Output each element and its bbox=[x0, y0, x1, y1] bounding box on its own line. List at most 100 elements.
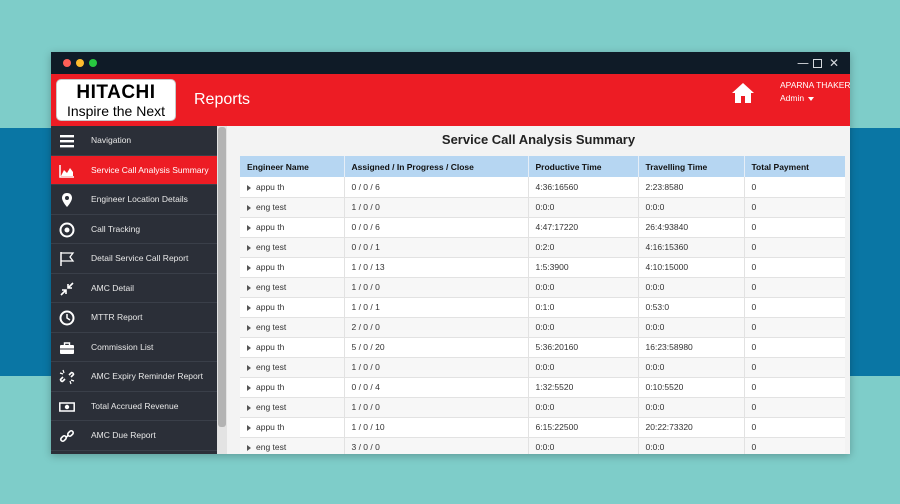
sidebar-item-label: Commission List bbox=[91, 341, 154, 352]
sidebar-item-navigation[interactable]: Navigation bbox=[51, 126, 217, 156]
table-row[interactable]: eng test 1 / 0 / 0 0:0:0 0:0:0 0 bbox=[240, 197, 845, 218]
home-icon[interactable] bbox=[731, 82, 755, 104]
table-row[interactable]: appu th 0 / 0 / 4 1:32:5520 0:10:5520 0 bbox=[240, 377, 845, 398]
money-icon bbox=[59, 401, 75, 412]
minimize-dot[interactable] bbox=[76, 59, 84, 67]
expand-arrow-icon[interactable] bbox=[247, 304, 251, 311]
table-row[interactable]: appu th 1 / 0 / 13 1:5:3900 4:10:15000 0 bbox=[240, 257, 845, 278]
sidebar-item-label: AMC Due Report bbox=[91, 430, 156, 440]
expand-arrow-icon[interactable] bbox=[247, 324, 251, 331]
sidebar-item-amc-detail[interactable]: AMC Detail bbox=[51, 274, 217, 303]
cell-value: 0 / 0 / 4 bbox=[351, 382, 380, 392]
table-cell: 0:0:0 bbox=[638, 357, 745, 378]
expand-arrow-icon[interactable] bbox=[247, 204, 251, 211]
table-cell: 0 bbox=[744, 237, 845, 258]
column-header[interactable]: Productive Time bbox=[528, 156, 639, 177]
expand-arrow-icon[interactable] bbox=[247, 384, 251, 391]
column-header[interactable]: Engineer Name bbox=[240, 156, 345, 177]
table-cell: 0:0:0 bbox=[638, 277, 745, 298]
maximize-dot[interactable] bbox=[89, 59, 97, 67]
table-row[interactable]: eng test 1 / 0 / 0 0:0:0 0:0:0 0 bbox=[240, 397, 845, 418]
engineer-name-cell: eng test bbox=[240, 277, 345, 298]
cell-value: 4:16:15360 bbox=[645, 242, 689, 252]
cell-value: 0:0:0 bbox=[535, 282, 555, 292]
table-row[interactable]: appu th 1 / 0 / 1 0:1:0 0:53:0 0 bbox=[240, 297, 845, 318]
cell-value: 26:4:93840 bbox=[645, 222, 689, 232]
clock-icon bbox=[59, 310, 75, 326]
expand-arrow-icon[interactable] bbox=[247, 184, 251, 191]
engineer-name-cell: appu th bbox=[240, 177, 345, 198]
engineer-name-cell: appu th bbox=[240, 417, 345, 438]
close-dot[interactable] bbox=[63, 59, 71, 67]
sidebar-item-commission-list[interactable]: Commission List bbox=[51, 333, 217, 362]
sidebar-item-mttr-report[interactable]: MTTR Report bbox=[51, 303, 217, 333]
sidebar-item-service-call-analysis-summary[interactable]: Service Call Analysis Summary bbox=[51, 155, 217, 185]
column-header[interactable]: Travelling Time bbox=[638, 156, 745, 177]
table-row[interactable]: appu th 0 / 0 / 6 4:36:16560 2:23:8580 0 bbox=[240, 177, 845, 198]
sidebar-item-call-tracking[interactable]: Call Tracking bbox=[51, 215, 217, 244]
cell-value: 0:10:5520 bbox=[645, 382, 684, 392]
cell-value: 0 bbox=[751, 222, 757, 232]
sidebar-item-engineer-location-details[interactable]: Engineer Location Details bbox=[51, 185, 217, 215]
table-row[interactable]: eng test 1 / 0 / 0 0:0:0 0:0:0 0 bbox=[240, 277, 845, 298]
table-row[interactable]: eng test 3 / 0 / 0 0:0:0 0:0:0 0 bbox=[240, 437, 845, 454]
table-row[interactable]: appu th 5 / 0 / 20 5:36:20160 16:23:58980 0 bbox=[240, 337, 845, 358]
table-cell: 4:16:15360 bbox=[638, 237, 745, 258]
engineer-name-cell: appu th bbox=[240, 377, 345, 398]
column-header[interactable]: Assigned / In Progress / Close bbox=[344, 156, 529, 177]
cell-value: eng test bbox=[256, 282, 287, 292]
table-cell: 4:36:16560 bbox=[528, 177, 639, 198]
cell-value: 1 / 0 / 10 bbox=[351, 422, 385, 432]
table-cell: 0 / 0 / 1 bbox=[344, 237, 529, 258]
expand-arrow-icon[interactable] bbox=[247, 264, 251, 271]
expand-arrow-icon[interactable] bbox=[247, 224, 251, 231]
report-title: Service Call Analysis Summary bbox=[441, 132, 636, 147]
sidebar-item-amc-expiry-reminder-report[interactable]: AMC Expiry Reminder Report bbox=[51, 362, 217, 392]
table-row[interactable]: appu th 1 / 0 / 10 6:15:22500 20:22:73320 0 bbox=[240, 417, 845, 438]
expand-arrow-icon[interactable] bbox=[247, 244, 251, 251]
table-cell: 0:0:0 bbox=[638, 197, 745, 218]
expand-arrow-icon[interactable] bbox=[247, 424, 251, 431]
sidebar-item-detail-service-call-report[interactable]: Detail Service Call Report bbox=[51, 244, 217, 274]
table-row[interactable]: eng test 0 / 0 / 1 0:2:0 4:16:15360 0 bbox=[240, 237, 845, 258]
table-cell: 5:36:20160 bbox=[528, 337, 639, 358]
user-menu[interactable]: Admin bbox=[780, 93, 815, 104]
compress-icon bbox=[60, 281, 74, 296]
cell-value: 0 bbox=[751, 422, 757, 432]
minimize-icon[interactable]: — bbox=[797, 55, 809, 71]
sidebar-scrollbar[interactable] bbox=[217, 126, 227, 454]
table-cell: 0:1:0 bbox=[528, 297, 639, 318]
sidebar-item-amc-due-report[interactable]: AMC Due Report bbox=[51, 421, 217, 451]
sidebar-item-label: Navigation bbox=[91, 135, 132, 145]
cell-value: 0 bbox=[751, 282, 757, 292]
table-cell: 0 / 0 / 6 bbox=[344, 177, 529, 198]
sidebar-item-total-accrued-revenue[interactable]: Total Accrued Revenue bbox=[51, 392, 217, 421]
page-title: Reports bbox=[194, 91, 251, 108]
table-cell: 4:47:17220 bbox=[528, 217, 639, 238]
table-row[interactable]: eng test 1 / 0 / 0 0:0:0 0:0:0 0 bbox=[240, 357, 845, 378]
cell-value: 0:0:0 bbox=[535, 362, 555, 372]
expand-arrow-icon[interactable] bbox=[247, 404, 251, 411]
cell-value: 4:10:15000 bbox=[645, 262, 689, 272]
cell-value: 0:0:0 bbox=[535, 442, 555, 452]
cell-value: 1 / 0 / 0 bbox=[351, 202, 380, 212]
table-row[interactable]: eng test 2 / 0 / 0 0:0:0 0:0:0 0 bbox=[240, 317, 845, 338]
map-pin-icon bbox=[62, 193, 72, 207]
expand-arrow-icon[interactable] bbox=[247, 344, 251, 351]
table-cell: 0 bbox=[744, 417, 845, 438]
close-icon[interactable]: ✕ bbox=[829, 55, 839, 71]
cell-value: 3 / 0 / 0 bbox=[351, 442, 380, 452]
cell-value: appu th bbox=[256, 181, 285, 192]
expand-arrow-icon[interactable] bbox=[247, 444, 251, 451]
expand-arrow-icon[interactable] bbox=[247, 364, 251, 371]
table-cell: 1 / 0 / 0 bbox=[344, 277, 529, 298]
maximize-icon[interactable] bbox=[813, 55, 822, 72]
scrollbar-thumb[interactable] bbox=[218, 127, 226, 427]
table-row[interactable]: appu th 0 / 0 / 6 4:47:17220 26:4:93840 0 bbox=[240, 217, 845, 238]
table-cell: 0 / 0 / 6 bbox=[344, 217, 529, 238]
table-cell: 1 / 0 / 13 bbox=[344, 257, 529, 278]
cell-value: 0:0:0 bbox=[645, 362, 665, 372]
hitachi-logo[interactable]: HITACHI Inspire the Next bbox=[56, 79, 176, 121]
column-header[interactable]: Total Payment bbox=[744, 156, 845, 177]
expand-arrow-icon[interactable] bbox=[247, 284, 251, 291]
